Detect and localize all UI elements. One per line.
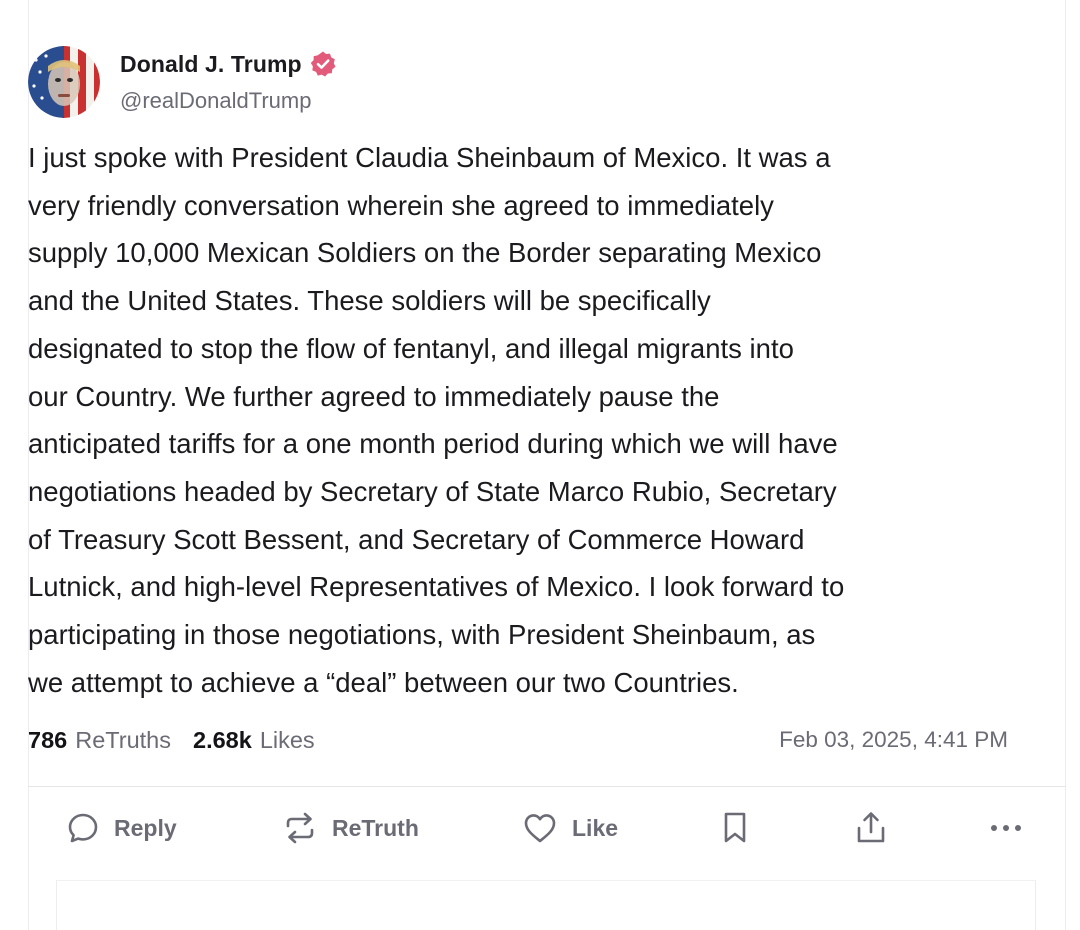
verified-badge-icon: [309, 50, 337, 78]
more-dots-icon: [988, 822, 1024, 834]
share-button[interactable]: [854, 800, 888, 856]
retruth-button[interactable]: ReTruth: [282, 800, 419, 856]
bookmark-icon: [720, 810, 750, 846]
author-handle[interactable]: @realDonaldTrump: [120, 88, 337, 114]
post-stats: 786 ReTruths 2.68k Likes Feb 03, 2025, 4…: [28, 720, 1008, 760]
reply-icon: [66, 811, 100, 845]
more-options-button[interactable]: [988, 800, 1024, 856]
heart-icon: [522, 811, 558, 845]
bookmark-button[interactable]: [720, 800, 750, 856]
reply-label: Reply: [114, 814, 177, 841]
likes-label[interactable]: Likes: [260, 727, 315, 754]
post-actions-bar: Reply ReTruth Like: [28, 800, 1038, 860]
likes-count[interactable]: 2.68k: [193, 727, 252, 754]
retruths-label[interactable]: ReTruths: [75, 727, 171, 754]
reply-composer-area: [56, 880, 1036, 930]
display-name-row: Donald J. Trump: [120, 50, 337, 78]
author-names: Donald J. Trump @realDonaldTrump: [120, 50, 337, 114]
reply-button[interactable]: Reply: [66, 800, 177, 856]
post-timestamp[interactable]: Feb 03, 2025, 4:41 PM: [779, 727, 1008, 753]
post-header: Donald J. Trump @realDonaldTrump: [28, 44, 337, 120]
truth-social-post-page: Donald J. Trump @realDonaldTrump I just …: [0, 0, 1080, 930]
retruth-label: ReTruth: [332, 814, 419, 841]
like-label: Like: [572, 814, 619, 841]
share-icon: [854, 810, 888, 846]
like-button[interactable]: Like: [522, 800, 618, 856]
retruth-icon: [282, 811, 318, 845]
author-display-name[interactable]: Donald J. Trump: [120, 51, 302, 78]
post-body-text: I just spoke with President Claudia Shei…: [28, 142, 845, 698]
actions-divider: [28, 786, 1066, 787]
author-avatar[interactable]: [28, 46, 100, 118]
retruths-count[interactable]: 786: [28, 727, 67, 754]
avatar-flag-portrait-icon: [28, 46, 100, 118]
